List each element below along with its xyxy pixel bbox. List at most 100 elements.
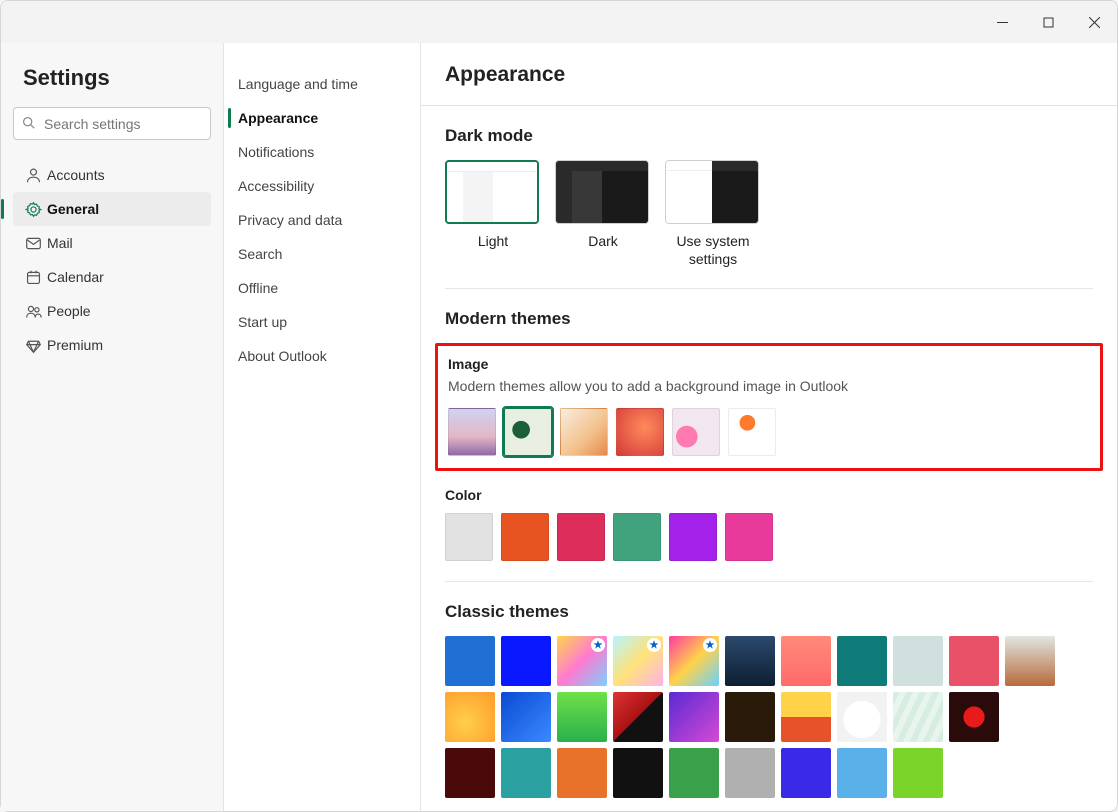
dark-thumb xyxy=(555,160,649,224)
classic-theme-red-black-triangles[interactable] xyxy=(613,692,663,742)
classic-theme-orange-deep[interactable] xyxy=(557,748,607,798)
subnav-item-appearance[interactable]: Appearance xyxy=(228,101,416,135)
subnav-label: Appearance xyxy=(238,110,318,126)
classic-theme-lego-bricks[interactable] xyxy=(781,692,831,742)
highlighted-image-section: Image Modern themes allow you to add a b… xyxy=(435,343,1103,471)
sidebar-item-general[interactable]: General xyxy=(13,192,211,226)
subnav-item-language-time[interactable]: Language and time xyxy=(228,67,416,101)
section-dark-mode: Dark mode Light xyxy=(445,106,1093,288)
subnav-item-privacy-data[interactable]: Privacy and data xyxy=(228,203,416,237)
color-label: Color xyxy=(445,487,1093,503)
color-swatch-orange[interactable] xyxy=(501,513,549,561)
sidebar-item-label: General xyxy=(47,201,99,217)
theme-thumb-red-swirl[interactable] xyxy=(616,408,664,456)
subnav-item-notifications[interactable]: Notifications xyxy=(228,135,416,169)
settings-window: Settings Accounts General Mail xyxy=(0,0,1118,812)
subnav-item-offline[interactable]: Offline xyxy=(228,271,416,305)
classic-theme-red-dots[interactable] xyxy=(949,692,999,742)
light-thumb xyxy=(445,160,539,224)
subnav-item-search[interactable]: Search xyxy=(228,237,416,271)
classic-theme-sailboat[interactable] xyxy=(1005,636,1055,686)
classic-theme-blank[interactable] xyxy=(1005,692,1055,742)
minimize-button[interactable] xyxy=(979,1,1025,43)
content-pane: Appearance Dark mode L xyxy=(421,43,1117,811)
classic-theme-grey-mid[interactable] xyxy=(725,748,775,798)
image-description: Modern themes allow you to add a backgro… xyxy=(448,378,1090,394)
search-input[interactable] xyxy=(13,107,211,140)
premium-badge-icon: ★ xyxy=(647,638,661,652)
sidebar-item-mail[interactable]: Mail xyxy=(13,226,211,260)
classic-theme-blank2[interactable] xyxy=(949,748,999,798)
content-scroll[interactable]: Dark mode Light xyxy=(421,106,1117,811)
subnav-label: About Outlook xyxy=(238,348,327,364)
classic-theme-circuit-teal[interactable] xyxy=(837,636,887,686)
classic-theme-blank3[interactable] xyxy=(1005,748,1055,798)
classic-theme-blue-bright[interactable] xyxy=(501,636,551,686)
classic-theme-dark-brown[interactable] xyxy=(725,692,775,742)
sidebar-item-accounts[interactable]: Accounts xyxy=(13,158,211,192)
classic-theme-unicorn[interactable]: ★ xyxy=(669,636,719,686)
sidebar-item-label: Premium xyxy=(47,337,103,353)
classic-theme-rainbow-sky[interactable]: ★ xyxy=(557,636,607,686)
color-swatch-magenta[interactable] xyxy=(725,513,773,561)
modern-themes-heading: Modern themes xyxy=(445,309,1093,329)
classic-theme-purple-sky[interactable] xyxy=(669,692,719,742)
theme-thumb-pastel-spheres[interactable] xyxy=(672,408,720,456)
premium-badge-icon: ★ xyxy=(591,638,605,652)
page-title: Appearance xyxy=(445,63,1093,87)
classic-theme-cat[interactable] xyxy=(837,692,887,742)
color-swatch-grey[interactable] xyxy=(445,513,493,561)
color-swatch-pink[interactable] xyxy=(557,513,605,561)
secondary-sidebar: Language and time Appearance Notificatio… xyxy=(223,43,421,811)
sidebar-item-label: People xyxy=(47,303,91,319)
classic-theme-teal[interactable] xyxy=(501,748,551,798)
sidebar-item-calendar[interactable]: Calendar xyxy=(13,260,211,294)
classic-theme-rainbow-light[interactable]: ★ xyxy=(613,636,663,686)
classic-theme-black[interactable] xyxy=(613,748,663,798)
subnav-label: Offline xyxy=(238,280,278,296)
sidebar-item-premium[interactable]: Premium xyxy=(13,328,211,362)
classic-theme-green-mid[interactable] xyxy=(669,748,719,798)
subnav-label: Notifications xyxy=(238,144,314,160)
search-settings xyxy=(13,107,211,140)
image-label: Image xyxy=(448,356,1090,372)
classic-theme-blue-flat[interactable] xyxy=(445,636,495,686)
dark-mode-label: Dark xyxy=(555,232,651,250)
section-modern-themes: Modern themes Image Modern themes allow … xyxy=(445,288,1093,581)
classic-theme-vation[interactable] xyxy=(893,636,943,686)
dark-mode-option-system[interactable]: Use system settings xyxy=(665,160,761,268)
sidebar-item-label: Calendar xyxy=(47,269,104,285)
classic-theme-lime[interactable] xyxy=(893,748,943,798)
image-thumbs-row xyxy=(448,408,1090,456)
classic-theme-dark-red[interactable] xyxy=(445,748,495,798)
classic-theme-green-hills[interactable] xyxy=(557,692,607,742)
system-thumb xyxy=(665,160,759,224)
subnav-item-about[interactable]: About Outlook xyxy=(228,339,416,373)
classic-theme-sky-blue[interactable] xyxy=(837,748,887,798)
person-icon xyxy=(19,167,47,184)
classic-theme-desert-sunset[interactable] xyxy=(781,636,831,686)
mail-icon xyxy=(19,235,47,252)
subnav-item-startup[interactable]: Start up xyxy=(228,305,416,339)
classic-theme-indigo[interactable] xyxy=(781,748,831,798)
subnav-item-accessibility[interactable]: Accessibility xyxy=(228,169,416,203)
color-swatch-green[interactable] xyxy=(613,513,661,561)
maximize-button[interactable] xyxy=(1025,1,1071,43)
close-button[interactable] xyxy=(1071,1,1117,43)
theme-thumb-koi-fish[interactable] xyxy=(728,408,776,456)
classic-theme-blue-crystals[interactable] xyxy=(501,692,551,742)
color-swatch-row xyxy=(445,513,1093,561)
calendar-icon xyxy=(19,269,47,286)
theme-thumb-mountain-sunrise[interactable] xyxy=(448,408,496,456)
color-swatch-purple[interactable] xyxy=(669,513,717,561)
classic-theme-blobs-pink[interactable] xyxy=(949,636,999,686)
theme-thumb-autumn-fish[interactable] xyxy=(560,408,608,456)
classic-theme-mountains-night[interactable] xyxy=(725,636,775,686)
theme-thumb-green-leaves[interactable] xyxy=(504,408,552,456)
sidebar-item-people[interactable]: People xyxy=(13,294,211,328)
search-icon xyxy=(22,116,35,132)
dark-mode-option-dark[interactable]: Dark xyxy=(555,160,651,268)
classic-theme-chevron-mint[interactable] xyxy=(893,692,943,742)
dark-mode-option-light[interactable]: Light xyxy=(445,160,541,268)
classic-theme-orange-star[interactable] xyxy=(445,692,495,742)
